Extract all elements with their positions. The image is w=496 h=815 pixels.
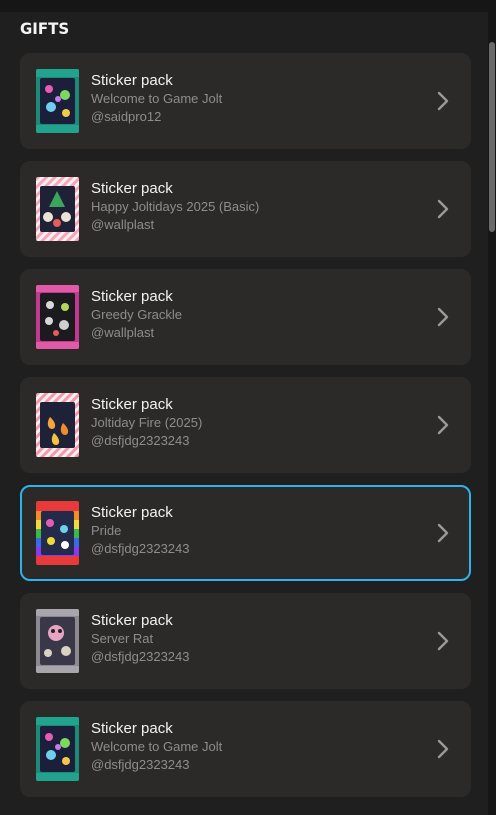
chevron-right-icon — [437, 415, 449, 435]
sticker-pack-thumbnail — [36, 717, 79, 781]
gift-sender: @dsfjdg2323243 — [91, 649, 190, 664]
sticker-pack-thumbnail — [36, 393, 79, 457]
gift-name: Sticker pack — [91, 504, 173, 521]
gift-sender: @dsfjdg2323243 — [91, 541, 190, 556]
gift-sender: @wallplast — [91, 325, 155, 340]
gift-sender: @wallplast — [91, 217, 155, 232]
gift-name: Sticker pack — [91, 612, 173, 629]
gift-sender: @saidpro12 — [91, 109, 162, 124]
gift-card[interactable]: Sticker pack Server Rat @dsfjdg2323243 — [20, 593, 471, 689]
gift-name: Sticker pack — [91, 720, 173, 737]
sticker-pack-thumbnail — [36, 177, 79, 241]
chevron-right-icon — [437, 307, 449, 327]
gift-name: Sticker pack — [91, 180, 173, 197]
gift-name: Sticker pack — [91, 288, 173, 305]
chevron-right-icon — [437, 631, 449, 651]
gift-sender: @dsfjdg2323243 — [91, 757, 190, 772]
gift-game: Server Rat — [91, 631, 154, 646]
gift-game: Welcome to Game Jolt — [91, 91, 223, 106]
sticker-pack-thumbnail — [36, 69, 79, 133]
top-bar — [0, 0, 496, 12]
gift-game: Happy Joltidays 2025 (Basic) — [91, 199, 260, 214]
gift-name: Sticker pack — [91, 72, 173, 89]
gift-card[interactable]: Sticker pack Greedy Grackle @wallplast — [20, 269, 471, 365]
gift-list: Sticker pack Welcome to Game Jolt @saidp… — [20, 53, 471, 809]
gift-name: Sticker pack — [91, 396, 173, 413]
gift-game: Welcome to Game Jolt — [91, 739, 223, 754]
gift-sender: @dsfjdg2323243 — [91, 433, 190, 448]
sticker-pack-thumbnail — [36, 285, 79, 349]
gift-card[interactable]: Sticker pack Happy Joltidays 2025 (Basic… — [20, 161, 471, 257]
gift-card[interactable]: Sticker pack Welcome to Game Jolt @dsfjd… — [20, 701, 471, 797]
gift-card-selected[interactable]: Sticker pack Pride @dsfjdg2323243 — [20, 485, 471, 581]
gift-game: Greedy Grackle — [91, 307, 183, 322]
sticker-pack-thumbnail — [36, 501, 79, 565]
chevron-right-icon — [437, 739, 449, 759]
section-title: GIFTS — [20, 19, 70, 39]
gift-game: Joltiday Fire (2025) — [91, 415, 203, 430]
scrollbar-thumb[interactable] — [489, 42, 495, 232]
sticker-pack-thumbnail — [36, 609, 79, 673]
gift-card[interactable]: Sticker pack Welcome to Game Jolt @saidp… — [20, 53, 471, 149]
gift-game: Pride — [91, 523, 122, 538]
chevron-right-icon — [437, 523, 449, 543]
chevron-right-icon — [437, 199, 449, 219]
chevron-right-icon — [437, 91, 449, 111]
gift-card[interactable]: Sticker pack Joltiday Fire (2025) @dsfjd… — [20, 377, 471, 473]
